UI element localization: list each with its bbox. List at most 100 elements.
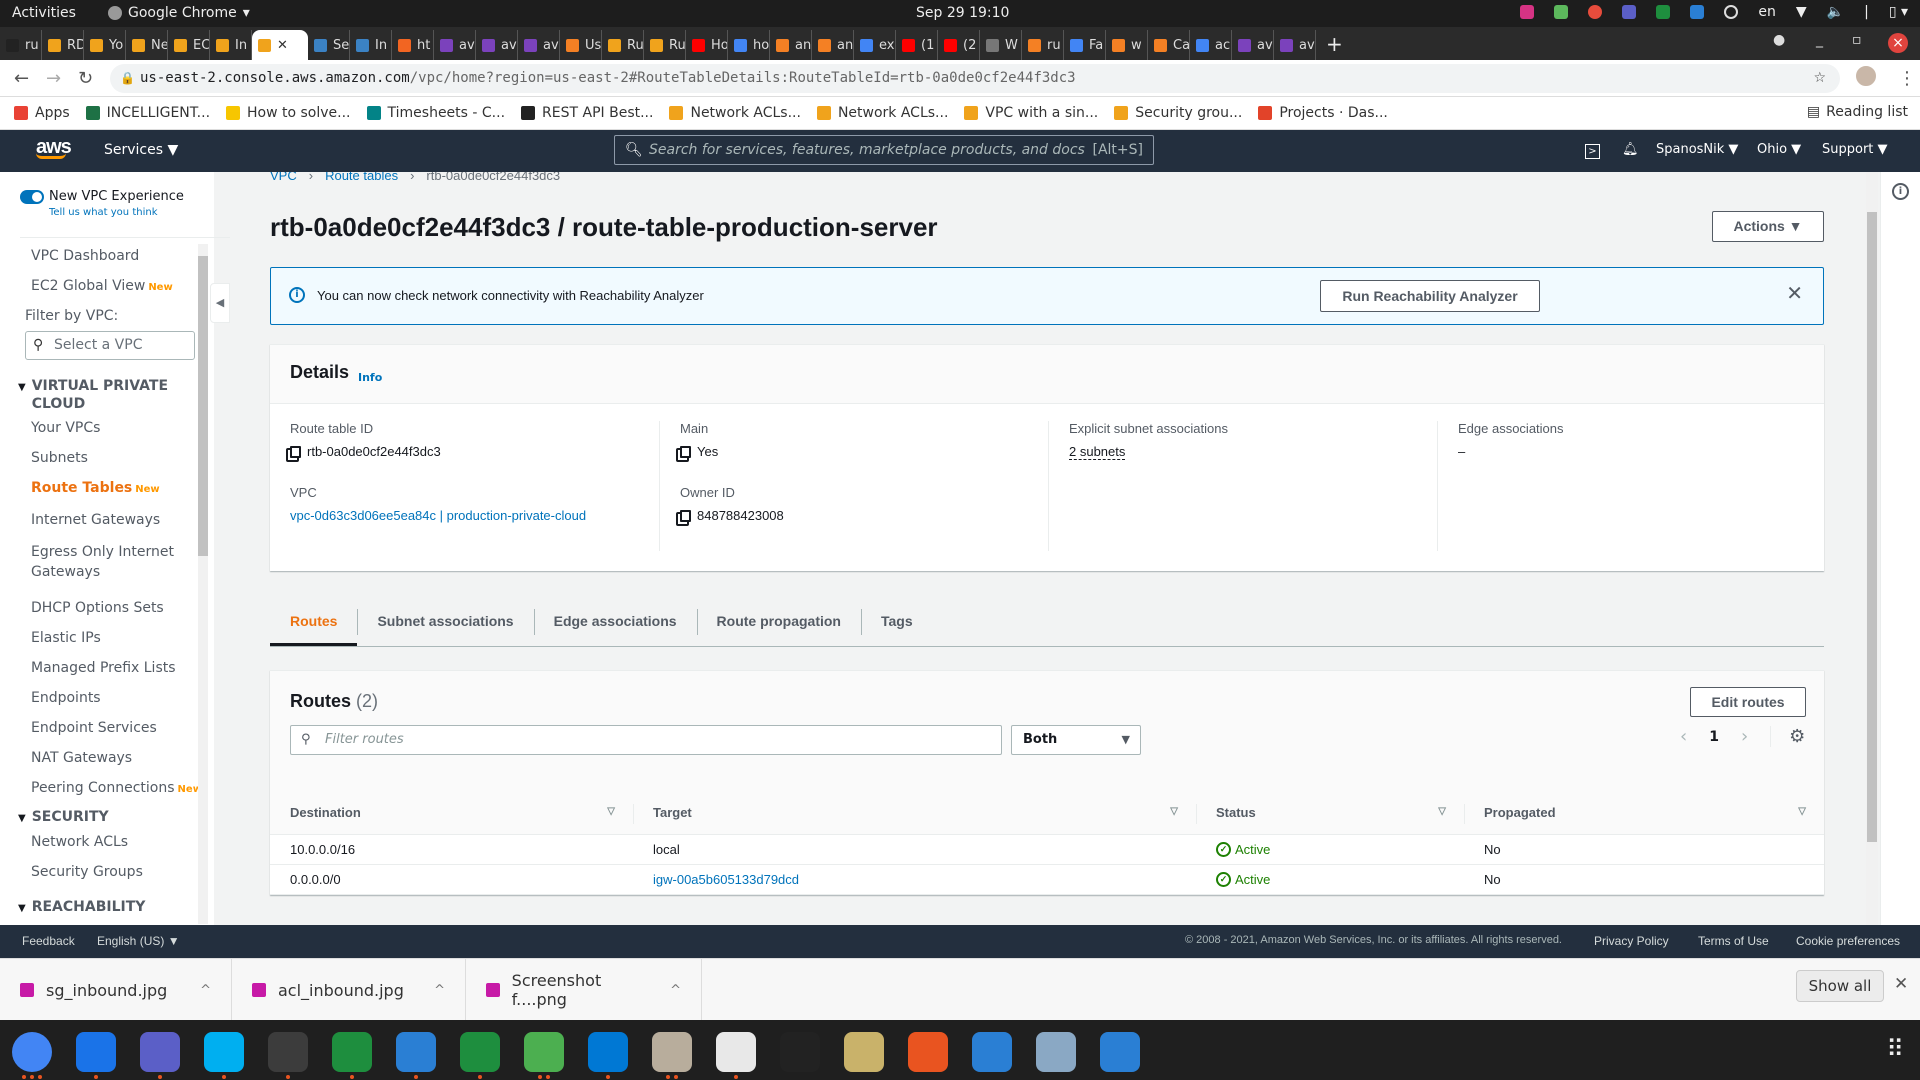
tab-routes[interactable]: Routes (270, 597, 358, 646)
sidebar-item-elastic-ips[interactable]: Elastic IPs (31, 630, 101, 646)
writer-icon[interactable] (1100, 1032, 1140, 1072)
new-tab-button[interactable]: + (1316, 30, 1353, 60)
aws-logo[interactable]: aws (36, 136, 72, 159)
security-icon[interactable] (332, 1032, 372, 1072)
next-page-icon[interactable]: › (1741, 726, 1748, 747)
actions-button[interactable]: Actions ▼ (1712, 211, 1824, 242)
region-menu[interactable]: Ohio ▼ (1757, 142, 1801, 157)
terminal-icon[interactable] (268, 1032, 308, 1072)
browser-tab[interactable]: Ho (686, 30, 728, 60)
services-menu[interactable]: Services ▼ (104, 142, 178, 158)
activities-button[interactable]: Activities (12, 5, 76, 21)
breadcrumb-vpc[interactable]: VPC (270, 172, 297, 183)
remote-icon[interactable] (396, 1032, 436, 1072)
browser-tab[interactable]: av (1232, 30, 1274, 60)
tab-search-icon[interactable]: ● (1773, 32, 1785, 48)
forward-button[interactable]: → (46, 68, 61, 89)
close-window-button[interactable]: × (1888, 33, 1908, 53)
browser-tab[interactable]: ✕ (252, 30, 308, 60)
bookmark-item[interactable]: How to solve... (226, 105, 351, 121)
sidebar-item-internet-gateways[interactable]: Internet Gateways (31, 512, 160, 528)
back-button[interactable]: ← (14, 68, 29, 89)
virtualbox-icon[interactable] (1036, 1032, 1076, 1072)
teams-icon[interactable] (140, 1032, 180, 1072)
close-icon[interactable]: ✕ (1786, 281, 1803, 305)
browser-tab[interactable]: ht (392, 30, 434, 60)
sort-icon[interactable]: ▽ (1798, 806, 1806, 817)
vpc-link[interactable]: vpc-0d63c3d06ee5ea84c | production-priva… (290, 508, 586, 523)
clock[interactable]: Sep 29 19:10 (916, 5, 1009, 21)
section-security[interactable]: ▼ SECURITY (18, 808, 109, 828)
tray-block-icon[interactable] (1588, 5, 1603, 19)
chrome-menu-icon[interactable]: ⋮ (1898, 68, 1916, 89)
browser-tab[interactable]: ac (1190, 30, 1232, 60)
atom-icon[interactable] (524, 1032, 564, 1072)
terms-of-use-link[interactable]: Terms of Use (1698, 934, 1769, 948)
sort-icon[interactable]: ▽ (1170, 806, 1178, 817)
browser-tab[interactable]: ex (854, 30, 896, 60)
browser-tab[interactable]: EC (168, 30, 210, 60)
column-header-propagated[interactable]: Propagated ▽ (1464, 792, 1824, 835)
sidebar-item-endpoint-services[interactable]: Endpoint Services (31, 720, 157, 736)
column-header-destination[interactable]: Destination ▽ (270, 792, 633, 835)
sidebar-item-peering-connections[interactable]: Peering Connections New (31, 780, 202, 796)
copy-icon[interactable] (290, 445, 301, 458)
skype-icon[interactable] (204, 1032, 244, 1072)
tab-tags[interactable]: Tags (860, 597, 933, 646)
support-menu[interactable]: Support ▼ (1822, 142, 1888, 157)
minimize-button[interactable]: _ (1816, 32, 1823, 48)
content-scrollbar[interactable] (1866, 172, 1878, 925)
show-applications-icon[interactable]: ⠿ (1886, 1035, 1904, 1063)
sidebar-item-egress-only-internet-gateways[interactable]: Egress Only Internet Gateways (31, 542, 181, 582)
breadcrumb-route-tables[interactable]: Route tables (325, 172, 398, 183)
sidebar-scrollbar[interactable] (198, 244, 208, 924)
reading-list-button[interactable]: ▤ Reading list (1807, 104, 1908, 120)
tray-app-icon[interactable] (1520, 5, 1535, 19)
table-row[interactable]: 0.0.0.0/0 igw-00a5b605133d79dcd ✓ Active No (270, 864, 1824, 895)
copy-icon[interactable] (680, 445, 691, 458)
show-all-downloads-button[interactable]: Show all (1796, 970, 1884, 1002)
column-header-status[interactable]: Status ▽ (1196, 792, 1464, 835)
sidebar-item-your-vpcs[interactable]: Your VPCs (31, 420, 100, 436)
download-item[interactable]: sg_inbound.jpg ^ (0, 959, 232, 1021)
apps-shortcut[interactable]: Apps (14, 105, 70, 121)
sidebar-item-vpc-dashboard[interactable]: VPC Dashboard (31, 248, 139, 264)
maximize-button[interactable]: ▫ (1852, 32, 1862, 48)
browser-tab[interactable]: In (350, 30, 392, 60)
thunderbird-icon[interactable] (76, 1032, 116, 1072)
url-input[interactable]: 🔒 us-east-2.console.aws.amazon.com/vpc/ho… (110, 64, 1840, 93)
sidebar-item-ec2-global-view[interactable]: EC2 Global View New (31, 278, 173, 294)
info-icon[interactable]: i (1892, 183, 1909, 200)
gear-icon[interactable]: ⚙ (1770, 726, 1805, 747)
target-link[interactable]: igw-00a5b605133d79dcd (653, 872, 799, 887)
browser-tab[interactable]: ru (1022, 30, 1064, 60)
close-icon[interactable]: ✕ (1894, 974, 1908, 994)
collapse-sidebar-button[interactable]: ◀ (210, 283, 230, 323)
feedback-link[interactable]: Feedback (22, 934, 75, 948)
app-menu[interactable]: Google Chrome ▾ (108, 5, 250, 21)
sidebar-item-nat-gateways[interactable]: NAT Gateways (31, 750, 132, 766)
browser-tab[interactable]: (2 (938, 30, 980, 60)
copy-icon[interactable] (680, 509, 691, 522)
feedback-link[interactable]: Tell us what you think (49, 207, 158, 218)
browser-tab[interactable]: av (434, 30, 476, 60)
browser-tab[interactable]: (1 (896, 30, 938, 60)
tab-subnet-associations[interactable]: Subnet associations (357, 597, 533, 646)
scrollbar-thumb[interactable] (198, 256, 208, 556)
browser-tab[interactable]: ho (728, 30, 770, 60)
table-row[interactable]: 10.0.0.0/16 local ✓ Active No (270, 834, 1824, 865)
browser-tab[interactable]: Ru (644, 30, 686, 60)
language-selector[interactable]: English (US) ▼ (97, 934, 180, 948)
tray-check-icon[interactable] (1554, 5, 1569, 19)
vscode-icon[interactable] (588, 1032, 628, 1072)
teams-tray-icon[interactable] (1622, 5, 1637, 19)
sidebar-item-dhcp-options-sets[interactable]: DHCP Options Sets (31, 600, 164, 616)
download-item[interactable]: Screenshot f....png ^ (466, 959, 702, 1021)
run-reachability-analyzer-button[interactable]: Run Reachability Analyzer (1320, 280, 1540, 312)
info-link[interactable]: Info (358, 371, 382, 384)
bookmark-item[interactable]: Security grou... (1114, 105, 1242, 121)
browser-tab[interactable]: Fa (1064, 30, 1106, 60)
route-type-select[interactable]: Both ▼ (1011, 725, 1141, 755)
chrome-icon[interactable] (12, 1032, 52, 1072)
browser-tab[interactable]: an (770, 30, 812, 60)
